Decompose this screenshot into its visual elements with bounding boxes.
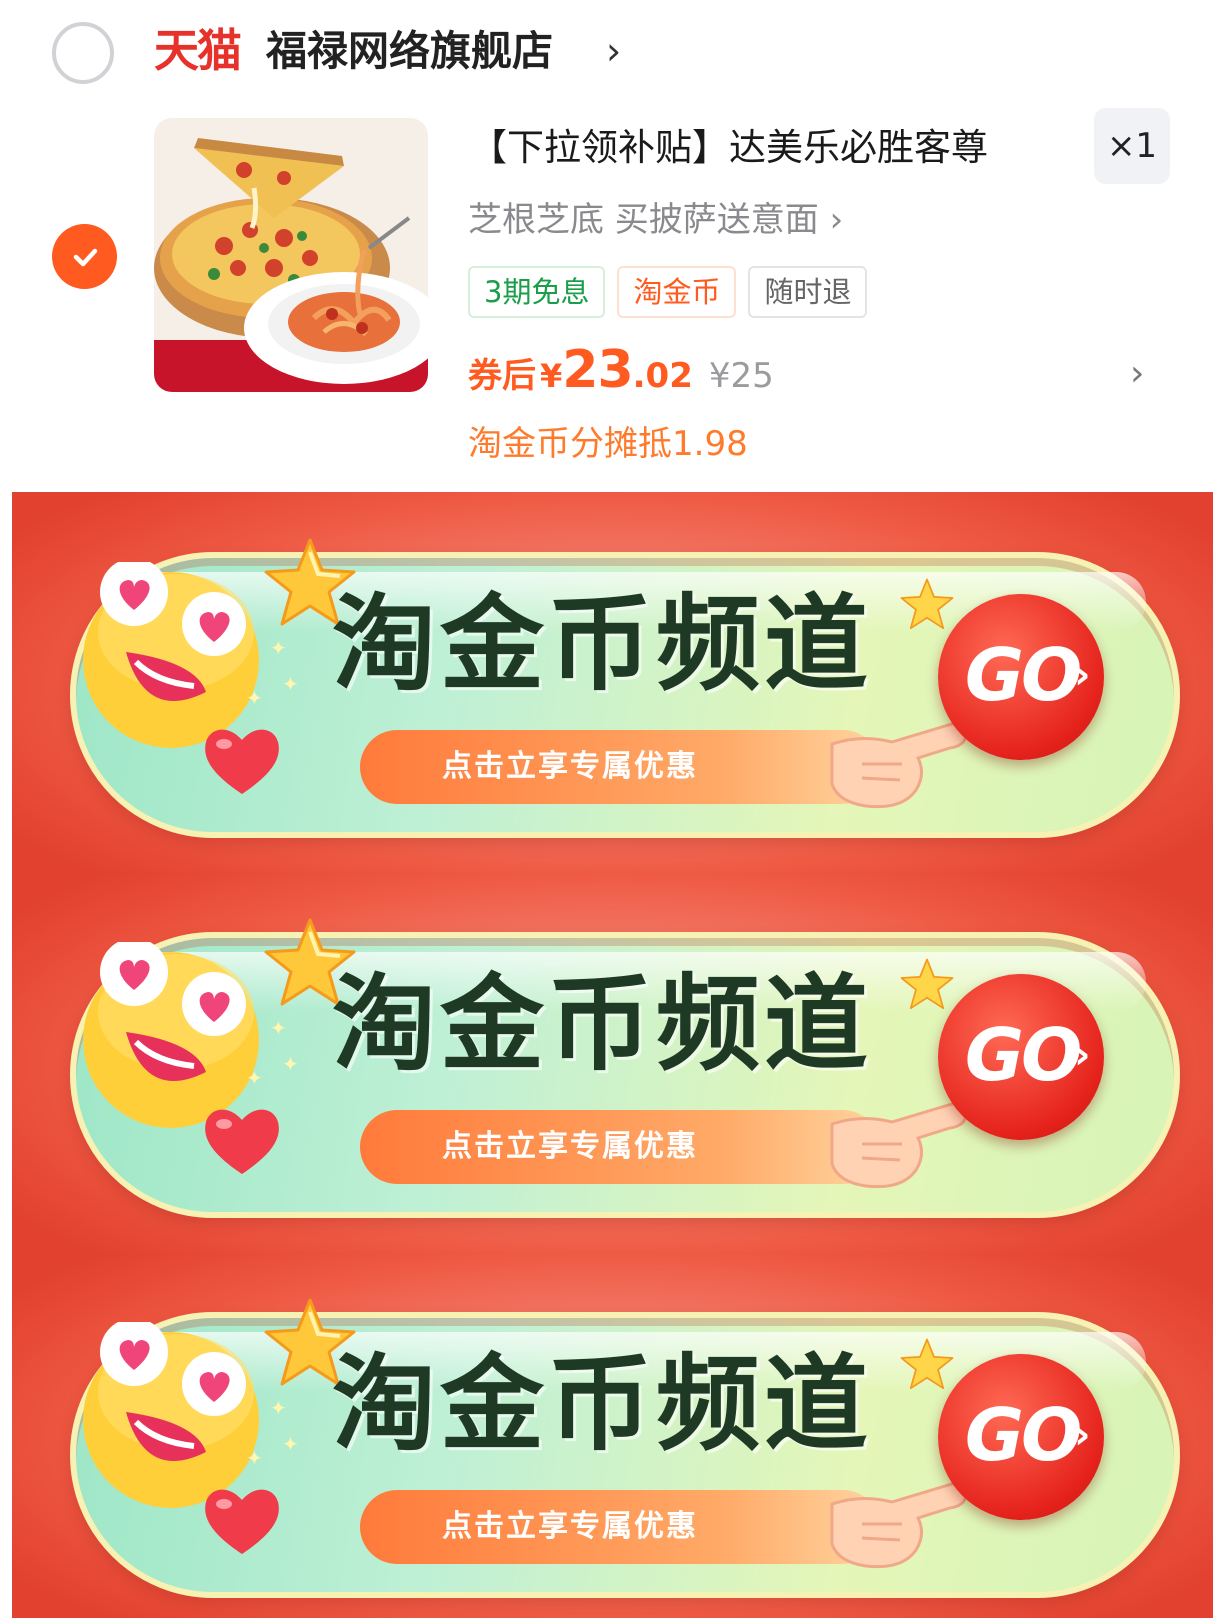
banner-subtitle: 点击立享专属优惠 [442,749,698,784]
chevron-right-icon: › [1074,1412,1091,1458]
product-image[interactable] [154,118,428,392]
price-label: 券后 [468,356,536,396]
quantity-stepper[interactable]: ×1 [1094,108,1170,184]
sparkle-icon: ✦ [282,672,299,696]
price-row: 券后 ¥ 23 .02 ¥25 [468,340,774,400]
banner-subtitle: 点击立享专属优惠 [442,1509,698,1544]
taojinbi-channel-banner[interactable]: ✦ ✦ ✦ 淘金币频道 点击立享专属优惠 GO › [12,492,1213,878]
go-button-label: GO [964,633,1082,717]
discount-note: 淘金币分摊抵1.98 [468,424,748,464]
banner-title: 淘金币频道 [332,963,873,1085]
tmall-logo: 天猫 [154,24,242,77]
price-currency: ¥ [540,357,563,395]
shop-select-radio[interactable] [52,22,114,84]
chevron-right-icon[interactable]: › [1130,350,1144,398]
star-icon [900,1338,954,1390]
star-icon [900,578,954,630]
pointing-hand-icon [830,1102,968,1189]
tag-taojinbi: 淘金币 [617,266,737,318]
chevron-right-icon: › [1074,1032,1091,1078]
pizza-pasta-image [154,118,428,392]
chevron-right-icon[interactable]: › [606,20,621,82]
heart-icon [205,729,279,794]
product-title[interactable]: 【下拉领补贴】达美乐必胜客尊 [470,120,988,176]
product-tags: 3期免息 淘金币 随时退 [468,266,868,318]
sparkle-icon: ✦ [246,1066,263,1090]
taojinbi-channel-banner[interactable]: ✦ ✦ ✦ 淘金币频道 点击立享专属优惠 GO › [12,872,1213,1258]
sparkle-icon: ✦ [270,636,287,660]
pointing-hand-icon [830,1482,968,1569]
cart-item-card: 天猫 福禄网络旗舰店 › 【下拉领补贴】达美乐必胜客尊 ×1 芝根芝底 买披萨送… [0,0,1213,492]
item-select-checkbox[interactable] [52,224,117,289]
pointing-hand-icon [830,722,968,809]
price-decimal: .02 [632,356,693,396]
banner-title: 淘金币频道 [332,1343,873,1465]
checkmark-icon [73,248,97,266]
go-button-label: GO [964,1393,1082,1477]
sparkle-icon: ✦ [246,1446,263,1470]
sparkle-icon: ✦ [246,686,263,710]
banner-title: 淘金币频道 [332,583,873,705]
heart-icon [205,1489,279,1554]
go-button-label: GO [964,1013,1082,1097]
heart-icon [205,1109,279,1174]
chevron-right-icon: › [1074,652,1091,698]
star-icon [900,958,954,1010]
price-integer: 23 [562,340,633,400]
tag-return-anytime: 随时退 [748,266,868,318]
sparkle-icon: ✦ [270,1396,287,1420]
sparkle-icon: ✦ [270,1016,287,1040]
shop-name-link[interactable]: 福禄网络旗舰店 [266,20,553,82]
original-price: ¥25 [708,356,774,396]
sparkle-icon: ✦ [282,1052,299,1076]
tag-interest-free: 3期免息 [468,266,606,318]
sku-selector[interactable]: 芝根芝底 买披萨送意面 › [468,192,843,248]
taojinbi-channel-banner[interactable]: ✦ ✦ ✦ 淘金币频道 点击立享专属优惠 GO › [12,1252,1213,1618]
banner-subtitle: 点击立享专属优惠 [442,1129,698,1164]
sparkle-icon: ✦ [282,1432,299,1456]
